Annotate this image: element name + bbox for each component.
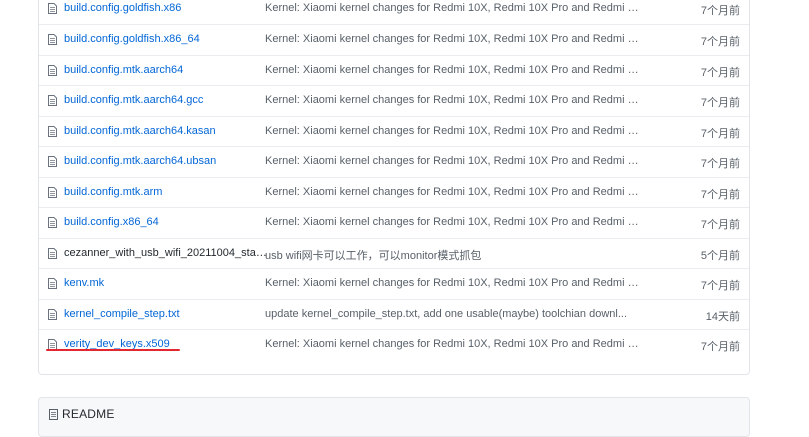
commit-age: 7个月前 (700, 67, 740, 79)
commit-message-link[interactable]: Kernel: Xiaomi kernel changes for Redmi … (265, 186, 641, 198)
file-name-link[interactable]: cezanner_with_usb_wifi_20211004_stab... (64, 247, 268, 259)
commit-message-link[interactable]: Kernel: Xiaomi kernel changes for Redmi … (265, 2, 641, 14)
commit-message-link[interactable]: Kernel: Xiaomi kernel changes for Redmi … (265, 125, 641, 137)
commit-age: 7个月前 (700, 97, 740, 109)
file-icon (48, 187, 57, 198)
file-name-link[interactable]: build.config.mtk.aarch64.kasan (64, 125, 216, 137)
red-annotation-underline (46, 349, 180, 351)
file-icon (48, 278, 57, 289)
list-icon (49, 409, 58, 420)
commit-age: 7个月前 (700, 189, 740, 201)
file-name-link[interactable]: build.config.x86_64 (64, 216, 159, 228)
commit-age: 7个月前 (700, 219, 740, 231)
commit-message-link[interactable]: Kernel: Xiaomi kernel changes for Redmi … (265, 94, 641, 106)
commit-message-link[interactable]: Kernel: Xiaomi kernel changes for Redmi … (265, 155, 641, 167)
commit-message-link[interactable]: Kernel: Xiaomi kernel changes for Redmi … (265, 64, 641, 76)
file-row[interactable]: build.config.mtk.aarch64.ubsan Kernel: X… (39, 146, 749, 177)
commit-age: 5个月前 (700, 250, 740, 262)
commit-message-link[interactable]: Kernel: Xiaomi kernel changes for Redmi … (265, 216, 641, 228)
file-row[interactable]: build.config.mtk.aarch64.kasan Kernel: X… (39, 116, 749, 147)
file-name-link[interactable]: build.config.mtk.aarch64.ubsan (64, 155, 216, 167)
commit-message-link[interactable]: Kernel: Xiaomi kernel changes for Redmi … (265, 338, 641, 350)
file-icon (48, 217, 57, 228)
file-row[interactable]: build.config.mtk.arm Kernel: Xiaomi kern… (39, 177, 749, 208)
file-row[interactable]: build.config.x86_64 Kernel: Xiaomi kerne… (39, 207, 749, 238)
file-row[interactable]: build.config.mtk.aarch64.gcc Kernel: Xia… (39, 85, 749, 116)
commit-age: 7个月前 (700, 128, 740, 140)
readme-header[interactable]: README (38, 397, 750, 437)
commit-age: 7个月前 (700, 36, 740, 48)
file-icon (48, 34, 57, 45)
file-icon (48, 309, 57, 320)
commit-message-link[interactable]: update kernel_compile_step.txt, add one … (265, 308, 641, 320)
file-row[interactable]: build.config.goldfish.x86 Kernel: Xiaomi… (39, 0, 749, 24)
file-icon (48, 156, 57, 167)
file-row[interactable]: kenv.mk Kernel: Xiaomi kernel changes fo… (39, 268, 749, 299)
commit-age: 7个月前 (700, 158, 740, 170)
file-name-link[interactable]: kenv.mk (64, 277, 104, 289)
file-name-link[interactable]: build.config.mtk.aarch64 (64, 64, 183, 76)
file-icon (48, 65, 57, 76)
commit-message-link[interactable]: Kernel: Xiaomi kernel changes for Redmi … (265, 33, 641, 45)
commit-age: 7个月前 (700, 5, 740, 17)
file-row[interactable]: kernel_compile_step.txt update kernel_co… (39, 299, 749, 330)
file-icon (48, 126, 57, 137)
file-list: build.config.goldfish.x86 Kernel: Xiaomi… (38, 0, 750, 375)
commit-message-link[interactable]: Kernel: Xiaomi kernel changes for Redmi … (265, 277, 641, 289)
file-icon (48, 3, 57, 14)
file-icon (48, 248, 57, 259)
readme-title: README (62, 407, 115, 421)
file-row[interactable]: cezanner_with_usb_wifi_20211004_stab... … (39, 238, 749, 269)
commit-age: 7个月前 (700, 341, 740, 353)
file-name-link[interactable]: build.config.goldfish.x86_64 (64, 33, 200, 45)
file-name-link[interactable]: build.config.mtk.aarch64.gcc (64, 94, 203, 106)
file-name-link[interactable]: kernel_compile_step.txt (64, 308, 180, 320)
commit-age: 14天前 (705, 311, 740, 323)
file-row[interactable]: build.config.goldfish.x86_64 Kernel: Xia… (39, 24, 749, 55)
file-icon (48, 95, 57, 106)
file-row[interactable]: build.config.mtk.aarch64 Kernel: Xiaomi … (39, 55, 749, 86)
commit-age: 7个月前 (700, 280, 740, 292)
file-name-link[interactable]: build.config.mtk.arm (64, 186, 162, 198)
file-name-link[interactable]: build.config.goldfish.x86 (64, 2, 181, 14)
file-row[interactable]: verity_dev_keys.x509 Kernel: Xiaomi kern… (39, 329, 749, 360)
commit-message-link[interactable]: usb wifi网卡可以工作，可以monitor模式抓包 (265, 247, 641, 263)
